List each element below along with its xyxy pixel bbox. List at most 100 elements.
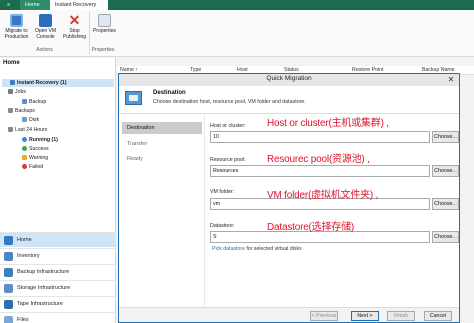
annotation-vm-folder: VM folder(虚拟机文件夹) , xyxy=(267,190,379,201)
host-field[interactable]: 10 xyxy=(210,131,430,143)
files-icon xyxy=(4,316,13,323)
tab-instant-recovery[interactable]: Instant Recovery xyxy=(50,0,108,10)
nav-section-label: Tape Infrastructure xyxy=(17,301,63,307)
tree-item-last-24-hours[interactable]: Last 24 Hours xyxy=(8,126,47,134)
backup-job-icon xyxy=(22,99,27,104)
properties-button[interactable]: Properties xyxy=(90,12,119,47)
annotation-datastore: Datastore(选择存储) xyxy=(267,222,355,233)
nav-section-storage-infrastructure[interactable]: Storage Infrastructure xyxy=(0,280,116,295)
resource-pool-field[interactable]: Resources xyxy=(210,165,430,177)
step-transfer[interactable]: Transfer xyxy=(122,138,202,150)
nav-section-inventory[interactable]: Inventory xyxy=(0,248,116,263)
cancel-button[interactable]: Cancel xyxy=(424,311,452,321)
nav-section-label: Backup Infrastructure xyxy=(17,269,70,275)
step-destination[interactable]: Destination xyxy=(122,122,202,134)
tree-label: Backups xyxy=(15,108,35,114)
tree-label: Backup xyxy=(29,99,47,105)
choose-vm-folder-button[interactable]: Choose... xyxy=(432,198,459,210)
ribbon-group-properties: Properties xyxy=(91,47,115,53)
tree-label: Instant Recovery (1) xyxy=(17,80,67,86)
properties-icon xyxy=(98,14,111,27)
nav-section-label: Storage Infrastructure xyxy=(17,285,71,291)
dialog-titlebar: Quick Migration ✕ xyxy=(119,74,459,86)
inventory-icon xyxy=(4,252,13,261)
pick-datastore-text: for selected virtual disks xyxy=(244,246,302,252)
nav-section-label: Home xyxy=(17,237,32,243)
tree-label: Running (1) xyxy=(29,137,58,143)
pick-datastore-link[interactable]: Pick datastore xyxy=(212,246,245,252)
tree-item-running[interactable]: Running (1) xyxy=(22,136,58,144)
choose-host-button[interactable]: Choose... xyxy=(432,131,459,143)
tree-label: Warning xyxy=(29,155,49,161)
nav-section-files[interactable]: Files xyxy=(0,312,116,323)
stop-publishing-button[interactable]: ✕ Stop Publishing xyxy=(60,12,89,47)
pick-datastore-row: Pick datastore for selected virtual disk… xyxy=(212,246,302,252)
backups-icon xyxy=(8,108,13,113)
destination-icon xyxy=(125,91,142,105)
close-icon[interactable]: ✕ xyxy=(445,74,457,85)
nav-section-label: Inventory xyxy=(17,253,40,259)
annotation-resource-pool: Resourec pool(资源池) , xyxy=(267,154,370,165)
tree-item-instant-recovery[interactable]: Instant Recovery (1) xyxy=(2,79,114,87)
previous-button[interactable]: < Previous xyxy=(310,311,338,321)
history-icon xyxy=(8,127,13,132)
infrastructure-icon xyxy=(4,268,13,277)
tree-item-failed[interactable]: Failed xyxy=(22,163,43,171)
migrate-icon xyxy=(10,14,23,27)
tree-item-backup[interactable]: Backup xyxy=(22,98,46,106)
host-field-label: Host or cluster: xyxy=(210,123,246,129)
tree-item-warning[interactable]: Warning xyxy=(22,154,48,162)
quick-migration-dialog: Quick Migration ✕ Destination Choose des… xyxy=(118,73,460,323)
wizard-steps: Destination Transfer Ready xyxy=(119,115,205,307)
tree-label: Disk xyxy=(29,117,40,123)
instant-recovery-icon xyxy=(10,80,15,85)
choose-datastore-button[interactable]: Choose... xyxy=(432,231,459,243)
vm-folder-label: VM folder: xyxy=(210,189,235,195)
running-icon xyxy=(22,137,27,142)
console-icon xyxy=(39,14,52,27)
jobs-icon xyxy=(8,89,13,94)
resource-pool-label: Resource pool: xyxy=(210,157,246,163)
failed-icon xyxy=(22,164,27,169)
nav-section-home[interactable]: Home xyxy=(0,232,116,247)
nav-section-tape-infrastructure[interactable]: Tape Infrastructure xyxy=(0,296,116,311)
annotation-host: Host or cluster(主机或集群) , xyxy=(267,118,389,129)
ribbon-toolbar: Migrate to Production Open VM Console ✕ … xyxy=(0,10,474,57)
console-label: Open VM Console xyxy=(34,28,57,40)
tab-home[interactable]: Home xyxy=(20,0,50,10)
migrate-to-production-button[interactable]: Migrate to Production xyxy=(2,12,31,47)
home-icon xyxy=(4,236,13,245)
next-button[interactable]: Next > xyxy=(351,311,379,321)
nav-title: Home xyxy=(3,60,20,66)
main-menu-tab[interactable]: ≡ xyxy=(2,0,18,10)
tree-item-jobs[interactable]: Jobs xyxy=(8,88,26,96)
tree-item-backups[interactable]: Backups xyxy=(8,107,35,115)
disk-icon xyxy=(22,117,27,122)
datastore-label: Datastore: xyxy=(210,223,235,229)
dialog-heading: Destination xyxy=(153,90,186,96)
veeam-console-window: ≡ Home Instant Recovery Migrate to Produ… xyxy=(0,0,474,323)
open-vm-console-button[interactable]: Open VM Console xyxy=(31,12,60,47)
dialog-title: Quick Migration xyxy=(266,75,312,82)
tree-item-success[interactable]: Success xyxy=(22,145,49,153)
dialog-footer: < Previous Next > Finish Cancel xyxy=(119,307,459,322)
tree-label: Jobs xyxy=(15,89,26,95)
tree-label: Failed xyxy=(29,164,44,170)
warning-icon xyxy=(22,155,27,160)
stop-label: Stop Publishing xyxy=(62,28,87,40)
dialog-header: Destination Choose destination host, res… xyxy=(119,86,459,114)
step-ready[interactable]: Ready xyxy=(122,153,202,165)
dialog-subheading: Choose destination host, resource pool, … xyxy=(153,99,306,105)
properties-label: Properties xyxy=(93,28,116,34)
tree-label: Last 24 Hours xyxy=(15,127,48,133)
finish-button[interactable]: Finish xyxy=(387,311,415,321)
navigation-pane: Home Instant Recovery (1) Jobs Backup Ba… xyxy=(0,58,116,323)
stop-x-icon: ✕ xyxy=(68,12,81,28)
nav-section-label: Files xyxy=(17,317,29,323)
nav-section-backup-infrastructure[interactable]: Backup Infrastructure xyxy=(0,264,116,279)
choose-resource-pool-button[interactable]: Choose... xyxy=(432,165,459,177)
ribbon-group-actions: Actions xyxy=(36,47,53,53)
success-icon xyxy=(22,146,27,151)
tape-icon xyxy=(4,300,13,309)
tree-item-disk[interactable]: Disk xyxy=(22,116,39,124)
